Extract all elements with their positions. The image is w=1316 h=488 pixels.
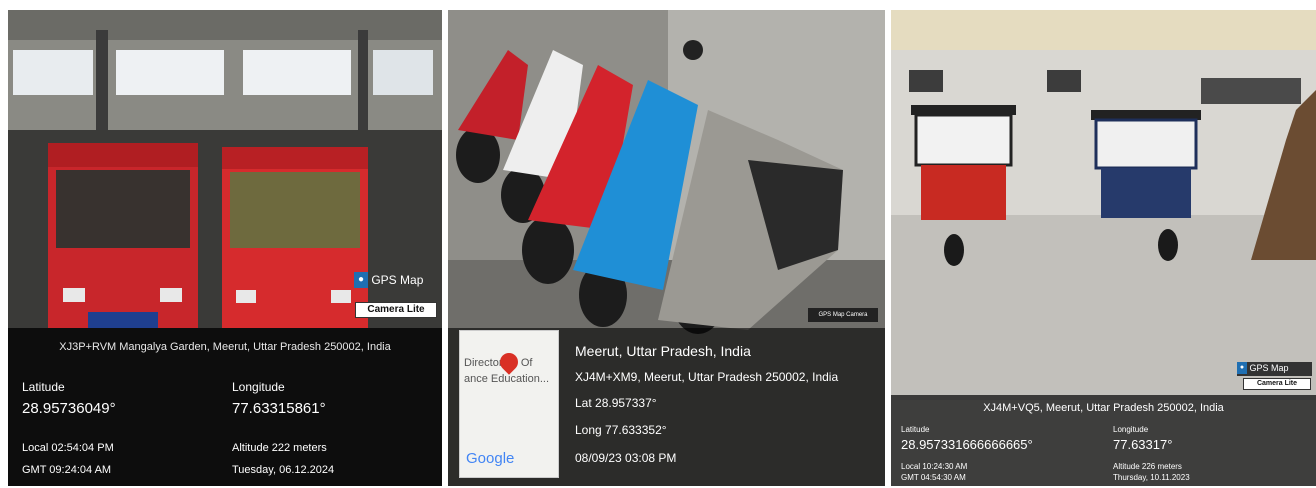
red-bus-left — [48, 143, 198, 333]
altitude-text: Altitude 226 meters — [1113, 462, 1182, 471]
latitude-text: Lat 28.957337° — [575, 396, 657, 410]
rickshaws-photo — [891, 10, 1316, 486]
latitude-label: Latitude — [22, 380, 65, 394]
address-text: XJ4M+XM9, Meerut, Uttar Pradesh 250002, … — [575, 370, 839, 384]
address-text: XJ3P+RVM Mangalya Garden, Meerut, Uttar … — [59, 341, 391, 353]
gps-badge-title: GPS Map — [371, 273, 424, 287]
latitude-value: 28.95736049° — [22, 400, 116, 417]
local-time: Local 10:24:30 AM — [901, 462, 968, 471]
latitude-value: 28.957331666666665° — [901, 437, 1033, 452]
google-logo: Google — [466, 450, 515, 467]
gps-map-badge: ● GPS Map — [1237, 362, 1312, 376]
latitude-label: Latitude — [901, 425, 930, 434]
gps-badge-title: GPS Map — [1249, 363, 1289, 373]
longitude-label: Longitude — [232, 380, 285, 394]
gps-map-badge: ● GPS Map — [354, 272, 438, 294]
altitude-text: Altitude 222 meters — [232, 442, 327, 454]
gmt-time: GMT 09:24:04 AM — [22, 464, 112, 476]
date-text: Tuesday, 06.12.2024 — [232, 464, 335, 476]
map-pin-icon: ● — [354, 272, 368, 288]
local-time: Local 02:54:04 PM — [22, 442, 114, 454]
longitude-value: 77.63317° — [1113, 437, 1173, 452]
camera-lite-badge: Camera Lite — [1243, 378, 1311, 390]
map-pin-icon: ● — [1237, 362, 1247, 374]
photo-panel-scooters: Directorate Of ance Education... Google … — [448, 10, 885, 486]
photo-panel-rickshaws: ● GPS Map Camera Lite XJ4M+VQ5, Meerut, … — [891, 10, 1316, 486]
camera-lite-badge: Camera Lite — [355, 302, 437, 318]
gmt-time: GMT 04:54:30 AM — [901, 473, 966, 482]
address-text: XJ4M+VQ5, Meerut, Uttar Pradesh 250002, … — [983, 402, 1224, 414]
datetime-text: 08/09/23 03:08 PM — [575, 451, 677, 465]
longitude-text: Long 77.633352° — [575, 423, 667, 437]
small-gps-badge: GPS Map Camera — [808, 308, 878, 322]
longitude-value: 77.63315861° — [232, 400, 326, 417]
map-thumbnail: Directorate Of ance Education... Google — [459, 330, 559, 478]
longitude-label: Longitude — [1113, 425, 1149, 434]
red-bus-right — [222, 147, 368, 333]
city-text: Meerut, Uttar Pradesh, India — [575, 343, 751, 359]
date-text: Thursday, 10.11.2023 — [1113, 473, 1190, 482]
photo-panel-buses: ● GPS Map Camera Lite XJ3P+RVM Mangalya … — [8, 10, 442, 486]
